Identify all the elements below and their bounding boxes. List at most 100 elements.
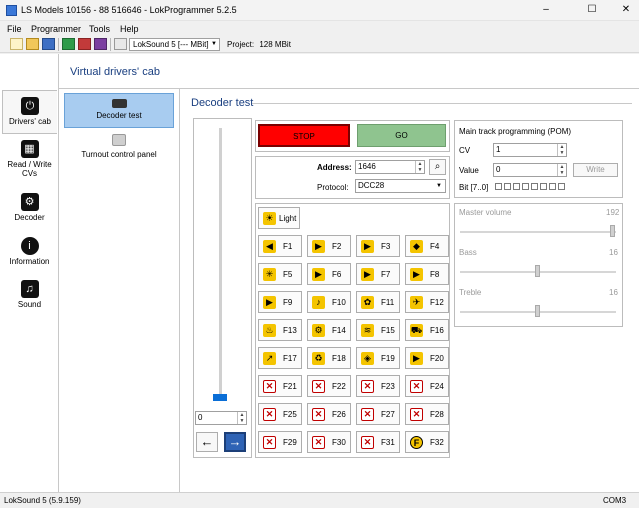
bit-checkbox[interactable]	[549, 183, 556, 190]
function-label: F2	[332, 242, 342, 251]
function-f26-button[interactable]: ✕ F26	[307, 403, 351, 425]
forward-button[interactable]: →	[224, 432, 246, 452]
save-icon[interactable]	[42, 38, 55, 50]
nav-decoder-test[interactable]: Decoder test	[64, 93, 174, 128]
function-label: F27	[381, 410, 395, 419]
function-icon: ◈	[361, 352, 374, 365]
speed-input[interactable]: 0 ▲ ▼	[195, 411, 247, 425]
function-f27-button[interactable]: ✕ F27	[356, 403, 400, 425]
address-input[interactable]: 1646 ▲ ▼	[355, 160, 425, 174]
function-f24-button[interactable]: ✕ F24	[405, 375, 449, 397]
decoder-type-value: LokSound 5 [--- MBit]	[133, 40, 209, 49]
read-write-cvs-icon: ▦	[20, 140, 39, 158]
function-f11-button[interactable]: ✿ F11	[356, 291, 400, 313]
search-address-button[interactable]: ⌕	[429, 159, 446, 175]
function-f7-button[interactable]: ▶ F7	[356, 263, 400, 285]
menu-tools[interactable]: Tools	[89, 24, 110, 34]
spin-arrows-icon[interactable]: ▲ ▼	[415, 161, 424, 173]
write-button[interactable]: Write	[573, 163, 618, 177]
value-input[interactable]: 0 ▲ ▼	[493, 163, 567, 177]
function-f21-button[interactable]: ✕ F21	[258, 375, 302, 397]
function-f25-button[interactable]: ✕ F25	[258, 403, 302, 425]
function-f32-button[interactable]: F F32	[405, 431, 449, 453]
function-f8-button[interactable]: ▶ F8	[405, 263, 449, 285]
sidebar-item-decoder[interactable]: ⚙ Decoder	[2, 189, 57, 229]
close-button[interactable]: ✕	[619, 4, 633, 16]
bit-checkbox[interactable]	[495, 183, 502, 190]
function-label: F18	[332, 354, 346, 363]
nav-turnout-control-panel[interactable]: Turnout control panel	[64, 133, 174, 165]
minimize-button[interactable]: –	[539, 4, 553, 16]
function-f13-button[interactable]: ♨ F13	[258, 319, 302, 341]
treble-thumb[interactable]	[535, 305, 540, 317]
function-light-button[interactable]: ☀ Light	[258, 207, 300, 229]
function-f6-button[interactable]: ▶ F6	[307, 263, 351, 285]
menu-help[interactable]: Help	[120, 24, 139, 34]
spin-arrows-icon[interactable]: ▲ ▼	[557, 164, 566, 176]
function-f12-button[interactable]: ✈ F12	[405, 291, 449, 313]
function-f16-button[interactable]: ⛟ F16	[405, 319, 449, 341]
cv-input[interactable]: 1 ▲ ▼	[493, 143, 567, 157]
cross-icon: ✕	[263, 408, 276, 421]
menu-programmer[interactable]: Programmer	[31, 24, 81, 34]
sidebar-item-information[interactable]: i Information	[2, 233, 57, 273]
function-f5-button[interactable]: ✳ F5	[258, 263, 302, 285]
write-sound-icon[interactable]	[94, 38, 107, 50]
function-label: F17	[283, 354, 297, 363]
write-decoder-icon[interactable]	[78, 38, 91, 50]
function-f20-button[interactable]: ▶ F20	[405, 347, 449, 369]
function-f18-button[interactable]: ♻ F18	[307, 347, 351, 369]
bit-checkbox[interactable]	[504, 183, 511, 190]
secondary-nav: Decoder test Turnout control panel	[59, 89, 180, 492]
spin-arrows-icon[interactable]: ▲ ▼	[237, 412, 246, 424]
sidebar-item-label: Sound	[17, 300, 42, 309]
sidebar-item-label: Read / Write CVs	[7, 160, 52, 178]
function-icon: ◀	[263, 240, 276, 253]
menu-file[interactable]: File	[7, 24, 22, 34]
function-f19-button[interactable]: ◈ F19	[356, 347, 400, 369]
function-f10-button[interactable]: ♪ F10	[307, 291, 351, 313]
bit-checkbox[interactable]	[558, 183, 565, 190]
speed-slider-thumb[interactable]	[213, 394, 227, 401]
master-volume-slider[interactable]	[460, 231, 616, 233]
function-f28-button[interactable]: ✕ F28	[405, 403, 449, 425]
stop-button[interactable]: STOP	[258, 124, 350, 147]
bit-checkbox[interactable]	[540, 183, 547, 190]
project-label: Project:	[227, 40, 255, 49]
sidebar-item-read-write-cvs[interactable]: ▦ Read / Write CVs	[2, 136, 57, 182]
new-file-icon[interactable]	[10, 38, 23, 50]
spin-arrows-icon[interactable]: ▲ ▼	[557, 144, 566, 156]
function-f3-button[interactable]: ▶ F3	[356, 235, 400, 257]
function-f22-button[interactable]: ✕ F22	[307, 375, 351, 397]
function-f17-button[interactable]: ↗ F17	[258, 347, 302, 369]
go-button[interactable]: GO	[357, 124, 446, 147]
function-f14-button[interactable]: ⚙ F14	[307, 319, 351, 341]
sidebar-item-drivers-cab[interactable]: ⏻ Drivers' cab	[2, 90, 57, 134]
function-icon: ▶	[312, 268, 325, 281]
bit-checkbox[interactable]	[513, 183, 520, 190]
throttle-panel	[193, 118, 252, 458]
wrench-icon[interactable]	[114, 38, 127, 50]
function-f9-button[interactable]: ▶ F9	[258, 291, 302, 313]
master-volume-thumb[interactable]	[610, 225, 615, 237]
speed-slider-track[interactable]	[219, 128, 222, 396]
function-f15-button[interactable]: ≋ F15	[356, 319, 400, 341]
bass-thumb[interactable]	[535, 265, 540, 277]
bit-checkbox[interactable]	[522, 183, 529, 190]
maximize-button[interactable]: ☐	[585, 4, 599, 16]
function-f23-button[interactable]: ✕ F23	[356, 375, 400, 397]
function-f29-button[interactable]: ✕ F29	[258, 431, 302, 453]
function-f1-button[interactable]: ◀ F1	[258, 235, 302, 257]
decoder-type-combo[interactable]: LokSound 5 [--- MBit] ▼	[129, 38, 220, 51]
sidebar-item-sound[interactable]: ♫ Sound	[2, 276, 57, 316]
read-decoder-icon[interactable]	[62, 38, 75, 50]
protocol-select[interactable]: DCC28 ▼	[355, 179, 446, 193]
function-f4-button[interactable]: ◆ F4	[405, 235, 449, 257]
function-f30-button[interactable]: ✕ F30	[307, 431, 351, 453]
bit-checkbox[interactable]	[531, 183, 538, 190]
open-folder-icon[interactable]	[26, 38, 39, 50]
function-f31-button[interactable]: ✕ F31	[356, 431, 400, 453]
function-f2-button[interactable]: ▶ F2	[307, 235, 351, 257]
reverse-button[interactable]: ←	[196, 432, 218, 452]
decoder-icon: ⚙	[20, 193, 39, 211]
